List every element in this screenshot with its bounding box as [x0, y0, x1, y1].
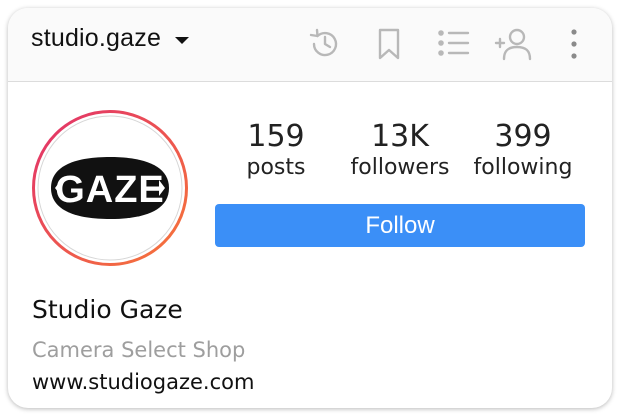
following-count: 399 — [494, 119, 552, 154]
stat-following[interactable]: 399 following — [470, 120, 576, 182]
bio-text: Camera Select Shop — [32, 338, 246, 362]
account-switcher[interactable]: studio.gaze — [31, 24, 190, 53]
display-name: Studio Gaze — [32, 295, 183, 324]
posts-label: posts — [246, 155, 306, 180]
list-icon[interactable] — [435, 26, 471, 62]
stat-followers[interactable]: 13K followers — [348, 120, 452, 182]
follow-button[interactable]: Follow — [215, 204, 585, 247]
following-label: following — [473, 155, 573, 180]
followers-label: followers — [350, 155, 450, 180]
account-name: studio.gaze — [31, 24, 162, 52]
caret-down-icon — [174, 31, 190, 50]
avatar[interactable]: GAZE — [31, 109, 189, 267]
top-bar: studio.gaze — [8, 8, 612, 82]
more-icon[interactable] — [564, 26, 584, 62]
profile-card: studio.gaze GAZE 159 posts 13K followers… — [8, 8, 612, 408]
bookmark-icon[interactable] — [371, 26, 407, 62]
logo-wordmark: GAZE — [55, 169, 165, 211]
history-icon[interactable] — [306, 26, 342, 62]
add-user-icon[interactable] — [493, 26, 532, 62]
followers-count: 13K — [371, 119, 429, 154]
profile-body: GAZE 159 posts 13K followers 399 followi… — [8, 82, 612, 408]
website-link[interactable]: www.studiogaze.com — [32, 370, 254, 394]
posts-count: 159 — [247, 119, 305, 154]
stat-posts[interactable]: 159 posts — [244, 120, 308, 182]
